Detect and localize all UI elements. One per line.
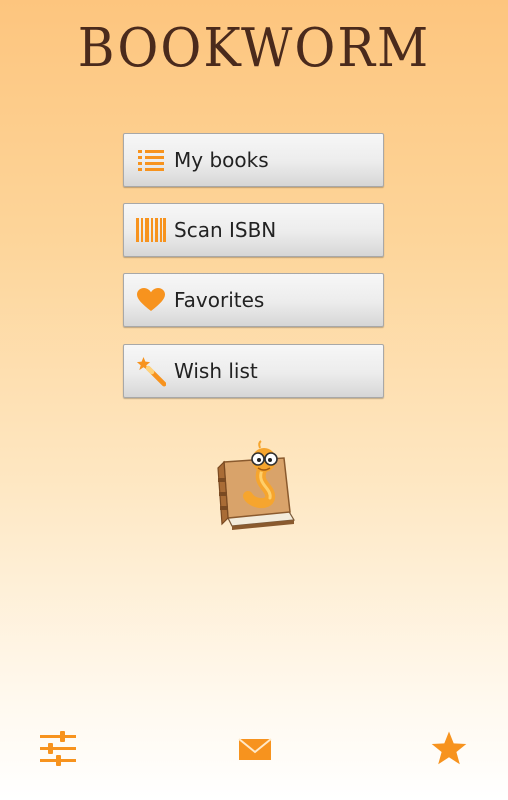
- magic-wand-icon: [136, 356, 166, 387]
- app-title: BOOKWORM: [77, 17, 431, 79]
- bottom-toolbar: [0, 718, 508, 778]
- sliders-icon[interactable]: [40, 730, 78, 768]
- wish-list-button[interactable]: Wish list: [123, 344, 384, 398]
- my-books-label: My books: [174, 148, 269, 172]
- wish-list-label: Wish list: [174, 359, 258, 383]
- barcode-icon: [136, 215, 166, 245]
- favorites-button[interactable]: Favorites: [123, 273, 384, 327]
- bookworm-mascot-icon: [212, 440, 302, 535]
- scan-isbn-label: Scan ISBN: [174, 218, 277, 242]
- heart-icon: [136, 285, 166, 315]
- star-icon[interactable]: [430, 730, 468, 768]
- favorites-label: Favorites: [174, 288, 265, 312]
- envelope-icon[interactable]: [236, 730, 274, 768]
- my-books-button[interactable]: My books: [123, 133, 384, 187]
- scan-isbn-button[interactable]: Scan ISBN: [123, 203, 384, 257]
- list-icon: [136, 145, 166, 175]
